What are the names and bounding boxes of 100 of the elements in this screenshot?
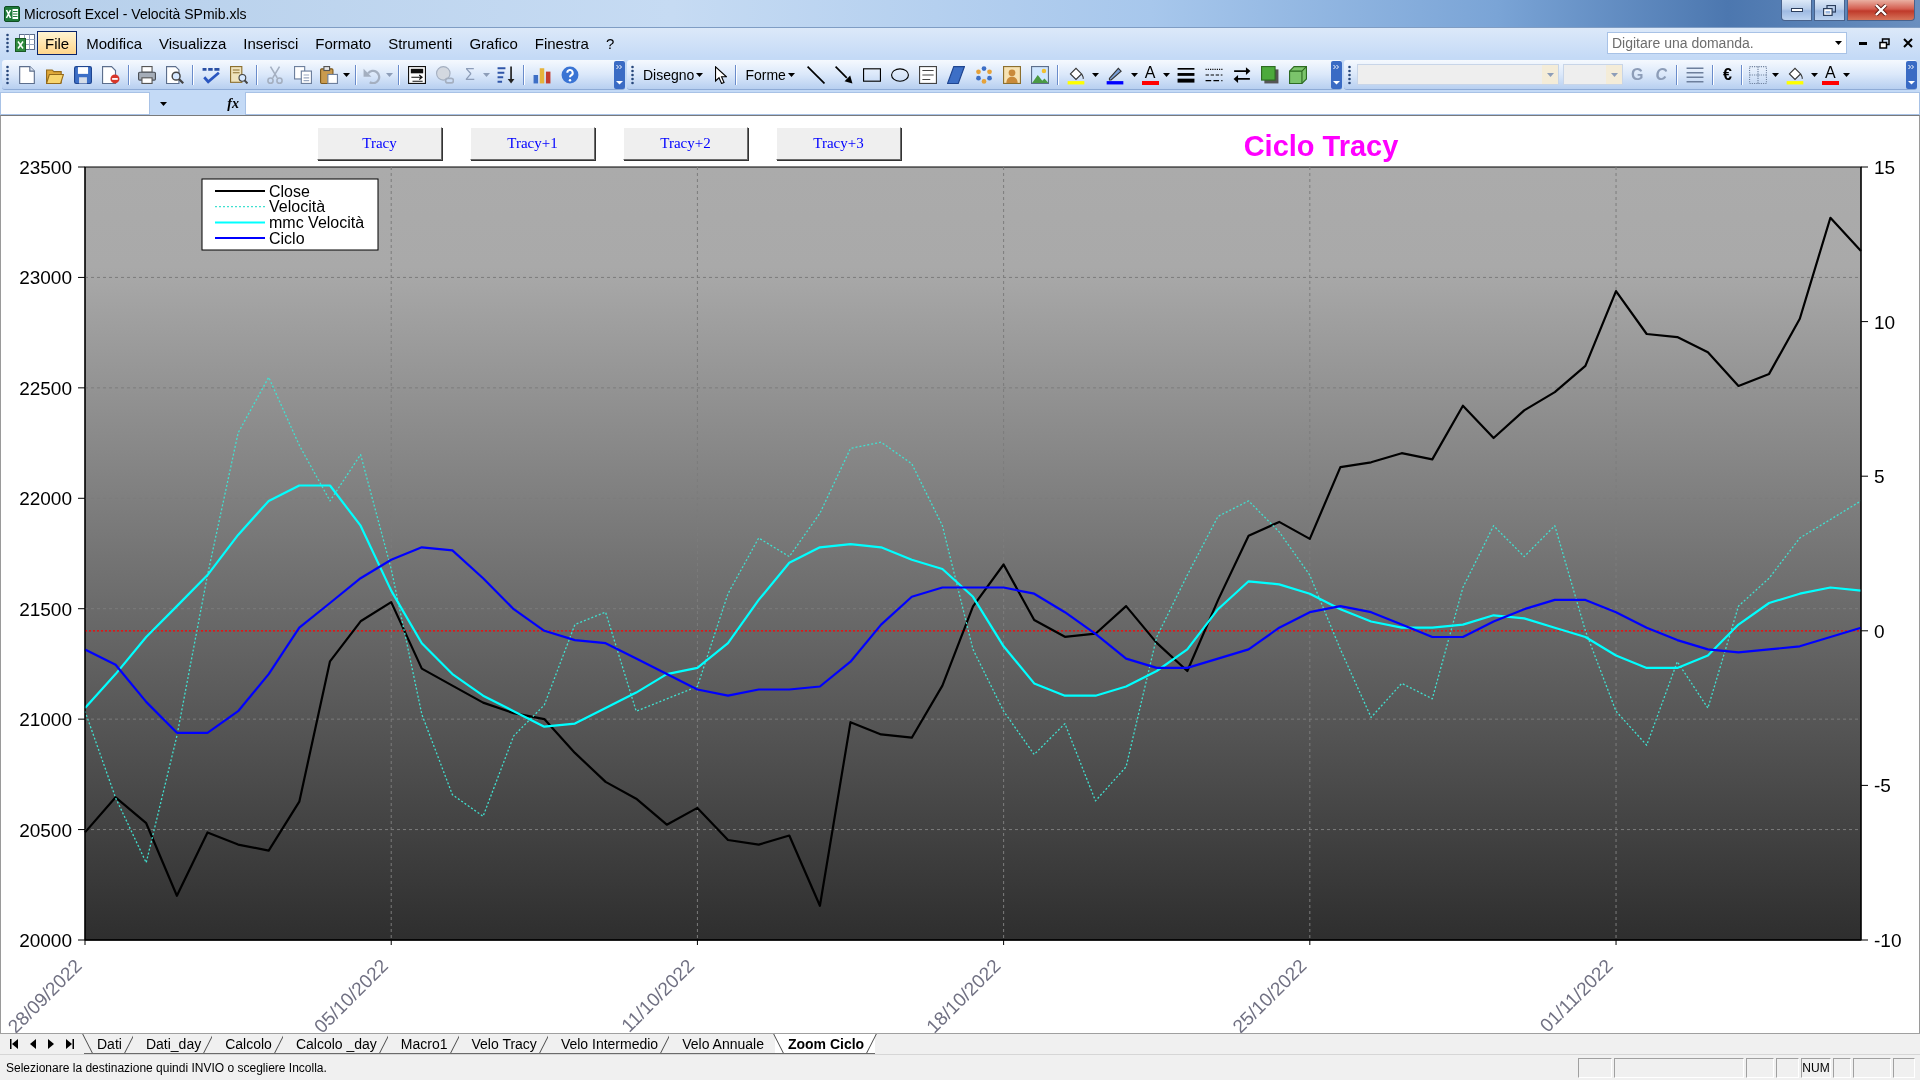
font-name-field[interactable] [1357, 64, 1559, 85]
picture-icon[interactable] [1030, 65, 1049, 84]
sheet-tab[interactable]: Velo Annuale [669, 1034, 775, 1054]
caret-icon[interactable] [787, 72, 795, 77]
menu-item[interactable]: ? [597, 31, 623, 55]
line-icon[interactable] [806, 65, 825, 84]
spreadsheet-document-icon[interactable] [15, 34, 35, 52]
grip-handle-icon[interactable] [631, 64, 634, 85]
toolbar-options-icon[interactable] [1331, 60, 1342, 89]
new-document-icon[interactable] [18, 65, 36, 84]
toolbar-options-icon[interactable] [614, 60, 625, 89]
clipboard-icon[interactable] [320, 65, 338, 84]
oval-icon[interactable] [890, 67, 909, 82]
macro-button[interactable]: Tracy+3 [776, 127, 901, 160]
axis-label: 15 [1874, 157, 1896, 178]
sheet-tab[interactable]: Dati_day [132, 1034, 213, 1054]
caret-icon[interactable] [1810, 72, 1818, 77]
caret-icon[interactable] [1130, 72, 1138, 77]
print-preview-icon[interactable] [166, 65, 184, 84]
text-box-icon[interactable] [918, 65, 937, 84]
rectangle-icon[interactable] [862, 67, 881, 82]
restore-button[interactable] [1814, 0, 1845, 21]
caret-icon[interactable] [343, 72, 350, 77]
double-arrow-icon[interactable] [1232, 65, 1251, 84]
axis-label: 20500 [19, 819, 72, 841]
sheet-tab[interactable]: Dati [84, 1034, 133, 1054]
menu-item[interactable]: Finestra [526, 31, 597, 55]
axis-label: -10 [1874, 930, 1902, 951]
caret-icon[interactable] [1771, 72, 1779, 77]
axis-label: -5 [1874, 775, 1891, 797]
legend-label: Velocità [269, 198, 326, 216]
menu-item[interactable]: Formato [307, 31, 380, 55]
sheet-tab[interactable]: Macro1 [387, 1034, 459, 1054]
num-lock-indicator: NUM [1801, 1057, 1831, 1078]
minimize-button[interactable] [1781, 0, 1812, 21]
checkmark-icon[interactable] [202, 65, 220, 84]
minimize-icon[interactable] [1859, 41, 1867, 45]
caret-icon[interactable] [1162, 72, 1170, 77]
close-icon[interactable] [1903, 38, 1913, 48]
menu-item[interactable]: Strumenti [380, 31, 461, 55]
justify-icon[interactable] [1686, 65, 1704, 84]
caret-icon[interactable] [696, 72, 704, 77]
insert-function-button[interactable]: fx [225, 95, 241, 112]
last-sheet-icon[interactable] [66, 1039, 74, 1049]
shadow-square-icon[interactable] [1260, 65, 1279, 84]
status-panel [1776, 1057, 1799, 1078]
caret-icon[interactable] [1091, 72, 1099, 77]
menu-item[interactable]: Visualizza [151, 31, 235, 55]
print-icon[interactable] [138, 65, 156, 84]
first-sheet-icon[interactable] [10, 1039, 18, 1049]
status-panel [1853, 1057, 1891, 1078]
toolbar-options-icon[interactable] [1906, 60, 1917, 89]
bar-chart-icon[interactable] [532, 65, 551, 84]
grip-handle-icon[interactable] [1348, 64, 1351, 85]
drawing-menu-button[interactable]: Disegno [640, 63, 709, 86]
sheet-tab[interactable]: Velo Intermedio [547, 1034, 670, 1054]
sheet-tab[interactable]: Calcolo _day [282, 1034, 388, 1054]
name-box-field[interactable] [0, 92, 150, 115]
person-card-icon[interactable] [1002, 65, 1021, 84]
document-stop-icon[interactable] [102, 65, 120, 84]
menu-item[interactable]: Inserisci [235, 31, 307, 55]
currency-style-button[interactable]: € [1719, 63, 1736, 86]
menu-item[interactable]: Grafico [461, 31, 526, 55]
axis-label: 5 [1874, 466, 1885, 488]
formula-field[interactable] [245, 92, 1920, 115]
grip-handle-icon[interactable] [6, 64, 9, 85]
arrow-icon[interactable] [834, 65, 853, 84]
box-arrows-icon[interactable] [408, 65, 426, 84]
font-size-field[interactable] [1563, 64, 1623, 85]
close-button[interactable] [1847, 0, 1915, 21]
restore-icon[interactable] [1879, 37, 1890, 49]
parallelogram-icon[interactable] [946, 65, 965, 84]
menu-item[interactable]: File [37, 31, 78, 55]
legend-label: Ciclo [269, 229, 305, 247]
next-sheet-icon[interactable] [48, 1039, 54, 1049]
axis-label: 10 [1874, 311, 1896, 333]
pointer-icon[interactable] [715, 65, 728, 84]
grip-handle-icon[interactable] [6, 33, 9, 53]
font-color-button[interactable]: A [1821, 64, 1839, 85]
font-color-button[interactable]: A [1141, 64, 1159, 85]
macro-button[interactable]: Tracy [317, 127, 442, 160]
caret-icon[interactable] [1842, 72, 1850, 77]
save-icon[interactable] [74, 65, 92, 84]
sheet-tab[interactable]: Velo Tracy [458, 1034, 548, 1054]
caret-icon[interactable] [160, 101, 167, 106]
cube-icon[interactable] [1288, 65, 1307, 84]
copy-icon[interactable] [294, 65, 312, 84]
macro-button[interactable]: Tracy+1 [470, 127, 595, 160]
macro-button[interactable]: Tracy+2 [623, 127, 748, 160]
dot-ring-icon[interactable] [974, 65, 993, 84]
axis-label: 0 [1874, 620, 1885, 642]
sort-icon[interactable] [496, 65, 515, 84]
sheet-tab[interactable]: Zoom Ciclo [774, 1034, 876, 1054]
help-icon[interactable] [560, 65, 579, 84]
sheet-tab[interactable]: Calcolo [212, 1034, 283, 1054]
shapes-menu-button[interactable]: Forme [742, 63, 800, 86]
line-weight-icon[interactable] [1176, 65, 1195, 84]
previous-sheet-icon[interactable] [30, 1039, 36, 1049]
menu-item[interactable]: Modifica [78, 31, 151, 55]
book-search-icon[interactable] [230, 65, 248, 84]
